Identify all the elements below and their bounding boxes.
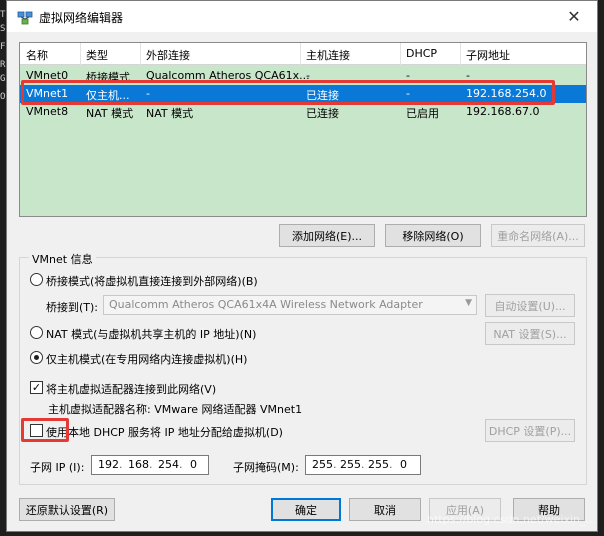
mask-octet: 255	[368, 458, 389, 471]
network-app-icon	[17, 11, 33, 25]
column-header-external[interactable]: 外部连接	[146, 47, 190, 63]
rename-network-button[interactable]: 重命名网络(A)...	[491, 224, 585, 247]
bridged-adapter-select[interactable]: Qualcomm Atheros QCA61x4A Wireless Netwo…	[103, 295, 477, 315]
column-header-host[interactable]: 主机连接	[306, 47, 350, 63]
vmnet-info-label: VMnet 信息	[29, 251, 96, 267]
nat-mode-radio[interactable]	[30, 326, 43, 339]
host-only-mode-label[interactable]: 仅主机模式(在专用网络内连接虚拟机)(H)	[46, 351, 247, 367]
mask-octet: 0	[400, 458, 407, 471]
add-network-button[interactable]: 添加网络(E)...	[279, 224, 375, 247]
subnet-ip-label: 子网 IP (I):	[30, 461, 85, 474]
column-header-name[interactable]: 名称	[26, 47, 48, 63]
close-button[interactable]: ✕	[551, 1, 597, 32]
use-local-dhcp-label[interactable]: 使用本地 DHCP 服务将 IP 地址分配给虚拟机(D)	[46, 424, 283, 440]
network-list[interactable]: 名称 类型 外部连接 主机连接 DHCP 子网地址 VMnet0 桥接模式 Qu…	[19, 42, 587, 217]
list-header: 名称 类型 外部连接 主机连接 DHCP 子网地址	[20, 43, 586, 65]
cell-host: 已连接	[306, 107, 339, 120]
dialog-title: 虚拟网络编辑器	[39, 11, 124, 25]
bridged-adapter-value: Qualcomm Atheros QCA61x4A Wireless Netwo…	[109, 298, 423, 311]
ip-octet: 254	[158, 458, 179, 471]
bridged-mode-radio[interactable]	[30, 273, 43, 286]
connect-host-adapter-checkbox[interactable]: ✓	[30, 381, 43, 394]
connect-host-adapter-label[interactable]: 将主机虚拟适配器连接到此网络(V)	[46, 381, 216, 397]
virtual-network-editor-dialog: 虚拟网络编辑器 ✕ 名称 类型 外部连接 主机连接 DHCP 子网地址 VMne…	[6, 0, 598, 532]
bridged-mode-label[interactable]: 桥接模式(将虚拟机直接连接到外部网络)(B)	[46, 273, 258, 289]
host-only-mode-radio[interactable]	[30, 351, 43, 364]
bridged-to-label: 桥接到(T):	[46, 301, 99, 314]
remove-network-button[interactable]: 移除网络(O)	[385, 224, 481, 247]
annotation-highlight-checkbox	[21, 418, 69, 442]
close-icon: ✕	[567, 7, 581, 26]
mask-octet: 255	[312, 458, 333, 471]
ip-octet: 168	[128, 458, 149, 471]
watermark-text: https://blog.csdn.net/weixin_...	[426, 513, 596, 526]
column-header-type[interactable]: 类型	[86, 47, 108, 63]
cancel-button[interactable]: 取消	[349, 498, 421, 521]
ip-octet: 192	[98, 458, 119, 471]
cell-external: NAT 模式	[146, 107, 194, 120]
mask-octet: 255	[340, 458, 361, 471]
nat-mode-label[interactable]: NAT 模式(与虚拟机共享主机的 IP 地址)(N)	[46, 326, 256, 342]
nat-settings-button[interactable]: NAT 设置(S)...	[485, 322, 575, 345]
cell-type: NAT 模式	[86, 107, 134, 120]
restore-defaults-button[interactable]: 还原默认设置(R)	[19, 498, 115, 521]
ip-octet: 0	[190, 458, 197, 471]
chevron-down-icon: ▼	[465, 298, 472, 308]
title-bar[interactable]: 虚拟网络编辑器 ✕	[7, 1, 597, 32]
annotation-highlight-row	[21, 80, 555, 105]
subnet-mask-label: 子网掩码(M):	[233, 461, 299, 474]
auto-settings-button[interactable]: 自动设置(U)...	[485, 294, 575, 317]
column-header-subnet[interactable]: 子网地址	[466, 47, 510, 63]
cell-dhcp: 已启用	[406, 107, 439, 120]
table-row[interactable]: VMnet8 NAT 模式 NAT 模式 已连接 已启用 192.168.67.…	[20, 103, 586, 121]
host-adapter-name-text: 主机虚拟适配器名称: VMware 网络适配器 VMnet1	[48, 403, 303, 416]
subnet-mask-field[interactable]: 255 . 255 . 255 . 0	[305, 455, 421, 475]
dhcp-settings-button[interactable]: DHCP 设置(P)...	[485, 419, 575, 442]
cell-subnet: 192.168.67.0	[466, 105, 540, 118]
cell-name: VMnet8	[26, 105, 69, 118]
subnet-ip-field[interactable]: 192 . 168 . 254 . 0	[91, 455, 209, 475]
column-header-dhcp[interactable]: DHCP	[406, 47, 437, 60]
vmnet-info-group	[19, 257, 587, 485]
ok-button[interactable]: 确定	[271, 498, 341, 521]
